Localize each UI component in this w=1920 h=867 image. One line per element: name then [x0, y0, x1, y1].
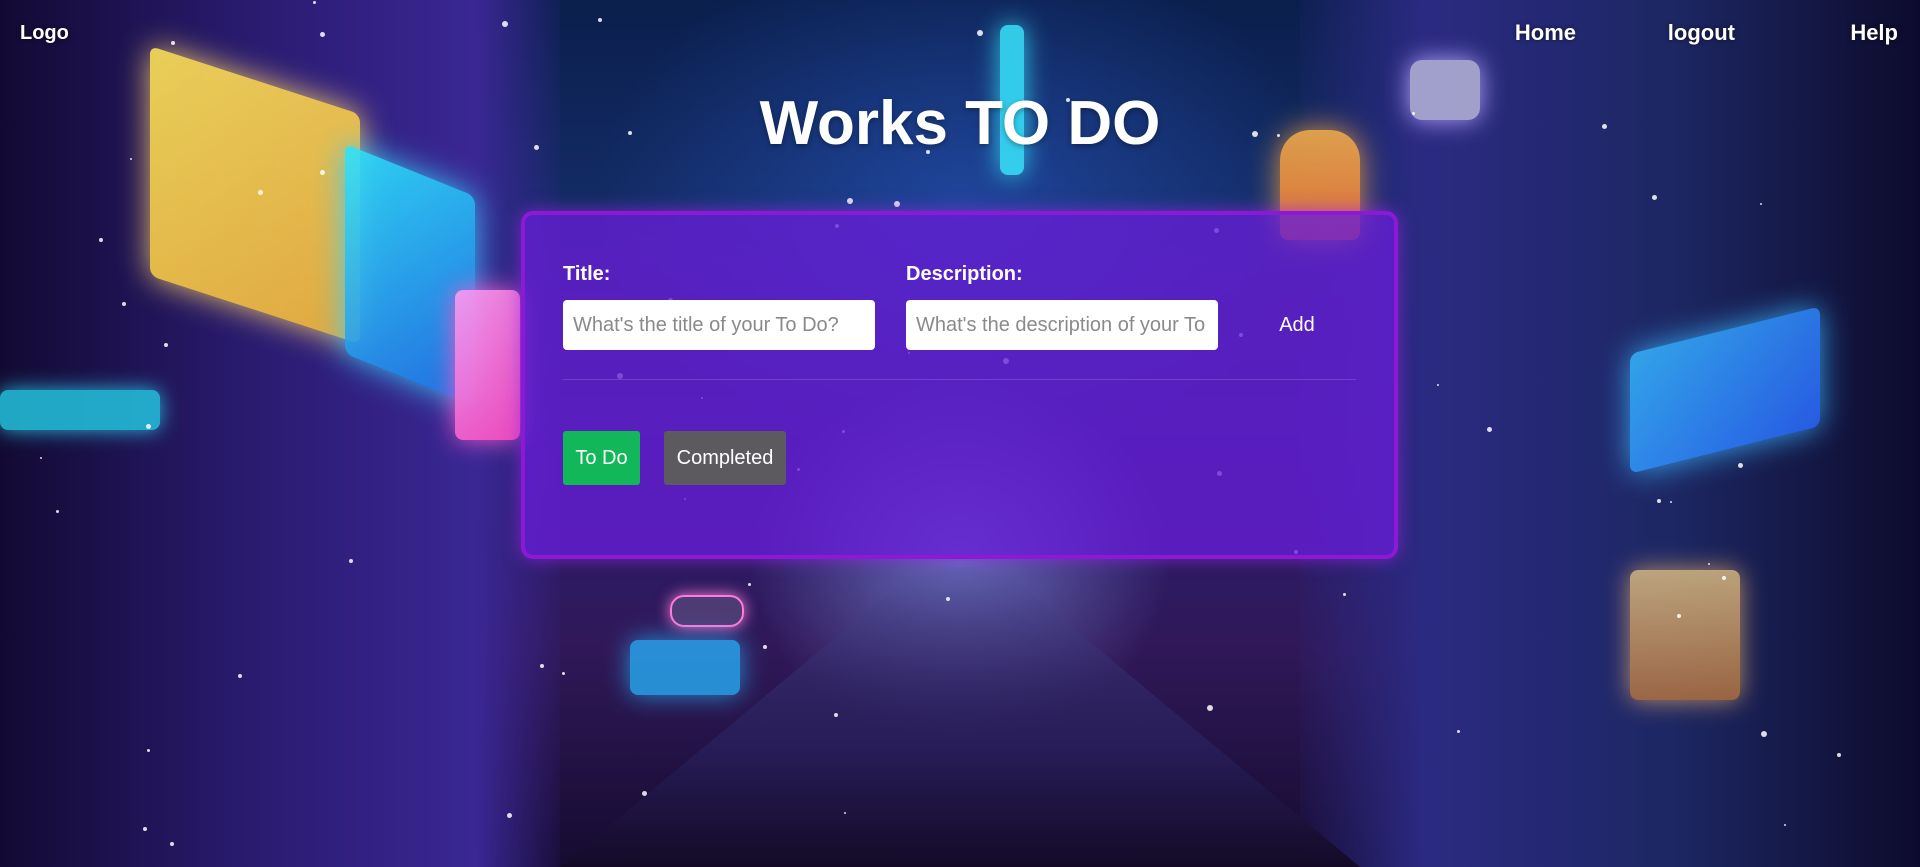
snow-particle [258, 190, 263, 195]
snow-particle [147, 749, 150, 752]
snow-particle [349, 559, 353, 563]
snow-particle [1487, 427, 1492, 432]
snow-particle [40, 457, 42, 459]
tab-completed[interactable]: Completed [664, 431, 786, 485]
logo[interactable]: Logo [20, 22, 69, 45]
snow-particle [507, 813, 512, 818]
snow-particle [56, 510, 59, 513]
divider [563, 379, 1356, 380]
add-button[interactable]: Add [1266, 305, 1328, 345]
snow-particle [1761, 731, 1767, 737]
snow-particle [1657, 499, 1661, 503]
snow-particle [1738, 463, 1743, 468]
nav-link-help[interactable]: Help [1850, 20, 1898, 46]
snow-particle [1837, 753, 1841, 757]
snow-particle [598, 18, 602, 22]
nav-link-home[interactable]: Home [1515, 20, 1576, 46]
snow-particle [1760, 203, 1762, 205]
snow-particle [502, 21, 508, 27]
snow-particle [1677, 614, 1681, 618]
snow-particle [847, 198, 853, 204]
snow-particle [238, 674, 242, 678]
snow-particle [894, 201, 900, 207]
snow-particle [1343, 593, 1346, 596]
tab-todo[interactable]: To Do [563, 431, 640, 485]
snow-particle [844, 812, 846, 814]
neon-sign [670, 595, 744, 627]
snow-particle [170, 842, 174, 846]
snow-particle [540, 664, 544, 668]
neon-sign [630, 640, 740, 695]
snow-particle [1437, 384, 1439, 386]
snow-particle [99, 238, 103, 242]
snow-particle [1708, 563, 1710, 565]
snow-particle [143, 827, 147, 831]
snow-particle [977, 30, 983, 36]
snow-particle [320, 170, 325, 175]
snow-particle [1652, 195, 1657, 200]
snow-particle [1784, 824, 1786, 826]
description-label: Description: [906, 263, 1023, 285]
snow-particle [164, 343, 168, 347]
snow-particle [122, 302, 126, 306]
snow-particle [313, 1, 316, 4]
snow-particle [1457, 730, 1460, 733]
snow-particle [946, 597, 950, 601]
neon-sign [0, 390, 160, 430]
title-label: Title: [563, 263, 611, 285]
snow-particle [1670, 501, 1672, 503]
snow-particle [320, 32, 325, 37]
snow-particle [1722, 576, 1726, 580]
todo-card: Title: Description: Add To Do Completed [521, 211, 1398, 559]
snow-particle [1207, 705, 1213, 711]
snow-particle [171, 41, 175, 45]
neon-sign [1630, 570, 1740, 700]
nav-link-logout[interactable]: logout [1668, 20, 1735, 46]
snow-particle [834, 713, 838, 717]
snow-particle [763, 645, 767, 649]
snow-particle [748, 583, 751, 586]
title-input[interactable] [563, 300, 875, 350]
snow-particle [146, 424, 151, 429]
snow-particle [562, 672, 565, 675]
snow-particle [642, 791, 647, 796]
description-input[interactable] [906, 300, 1218, 350]
neon-sign [455, 290, 520, 440]
page-title: Works TO DO [759, 89, 1161, 158]
